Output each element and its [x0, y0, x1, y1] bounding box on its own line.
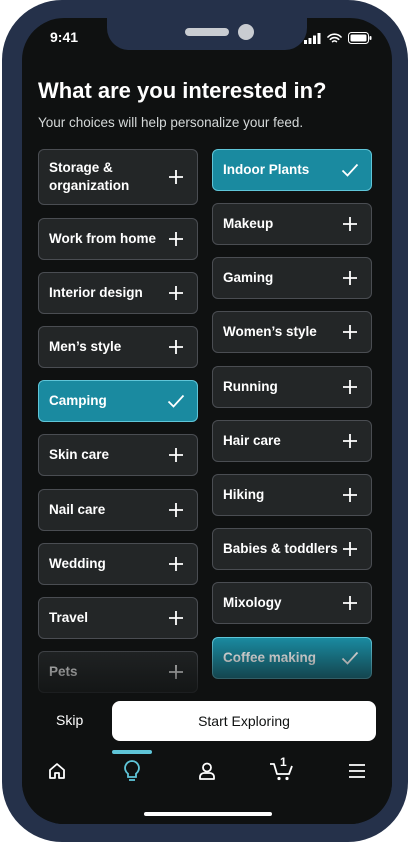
phone-frame: What are you interested in? Your choices…	[2, 0, 408, 842]
plus-icon	[167, 168, 185, 186]
interest-chip[interactable]: Work from home	[38, 218, 198, 260]
page-subtitle: Your choices will help personalize your …	[38, 115, 304, 130]
interest-chip[interactable]: Women’s style	[212, 311, 372, 353]
interest-label: Babies & toddlers	[223, 541, 338, 556]
interest-chip[interactable]: Interior design	[38, 272, 198, 314]
plus-icon	[167, 446, 185, 464]
interest-label: Skin care	[49, 447, 110, 462]
plus-icon	[167, 338, 185, 356]
plus-icon	[167, 230, 185, 248]
signal-icon	[304, 31, 321, 49]
screen: What are you interested in? Your choices…	[22, 18, 392, 824]
interest-chip[interactable]: Mixology	[212, 582, 372, 624]
plus-icon	[341, 269, 359, 287]
interest-label: Hiking	[223, 487, 265, 502]
plus-icon	[167, 501, 185, 519]
interest-chip-selected[interactable]: Indoor Plants	[212, 149, 372, 191]
bottom-bar: Skip Start Exploring 1	[22, 695, 392, 824]
plus-icon	[167, 609, 185, 627]
front-camera	[238, 24, 254, 40]
nav-home[interactable]	[37, 751, 77, 795]
interest-label: Work from home	[49, 231, 157, 246]
nav-account[interactable]	[187, 751, 227, 795]
interest-chip[interactable]: Hair care	[212, 420, 372, 462]
home-indicator	[144, 812, 272, 816]
interest-chip[interactable]: Makeup	[212, 203, 372, 245]
checkmark-icon	[167, 392, 185, 410]
plus-icon	[341, 432, 359, 450]
interest-label: Interior design	[49, 285, 143, 300]
interest-label: Men’s style	[49, 339, 122, 354]
interest-label: Gaming	[223, 270, 274, 285]
interest-chip-selected[interactable]: Camping	[38, 380, 198, 422]
nav-discover[interactable]	[112, 751, 152, 795]
wifi-icon	[327, 31, 342, 49]
plus-icon	[341, 486, 359, 504]
battery-icon	[348, 31, 372, 49]
interest-label: Coffee making	[223, 650, 317, 665]
interest-chip[interactable]: Travel	[38, 597, 198, 639]
interest-label: Nail care	[49, 502, 106, 517]
interest-chip[interactable]: Wedding	[38, 543, 198, 585]
interest-chip[interactable]: Skin care	[38, 434, 198, 476]
home-icon	[47, 761, 67, 786]
status-icons	[304, 31, 372, 49]
interest-label: Camping	[49, 393, 107, 408]
interest-label: Hair care	[223, 433, 281, 448]
interest-label: Storage & organization	[49, 160, 130, 193]
interest-chip[interactable]: Gaming	[212, 257, 372, 299]
interests-grid: What are you interested in? Your choices…	[22, 18, 392, 695]
nav-cart[interactable]: 1	[262, 751, 302, 795]
interest-chip[interactable]: Nail care	[38, 489, 198, 531]
checkmark-icon	[341, 649, 359, 667]
checkmark-icon	[341, 161, 359, 179]
lightbulb-icon	[122, 759, 142, 788]
plus-icon	[341, 323, 359, 341]
interest-chip[interactable]: Pets	[38, 651, 198, 693]
speaker	[185, 28, 229, 36]
interest-chip-selected[interactable]: Coffee making	[212, 637, 372, 679]
status-time: 9:41	[50, 29, 79, 45]
interest-chip[interactable]: Babies & toddlers	[212, 528, 372, 570]
interest-label: Indoor Plants	[223, 162, 310, 177]
page-title: What are you interested in?	[38, 78, 327, 103]
start-exploring-button[interactable]: Start Exploring	[112, 701, 376, 741]
interest-label: Running	[223, 379, 278, 394]
interest-label: Travel	[49, 610, 89, 625]
interest-chip[interactable]: Running	[212, 366, 372, 408]
skip-button[interactable]: Skip	[56, 712, 83, 728]
plus-icon	[341, 215, 359, 233]
interest-chip[interactable]: Men’s style	[38, 326, 198, 368]
interest-chip[interactable]: Storage & organization	[38, 149, 198, 205]
interest-label: Mixology	[223, 595, 282, 610]
interest-label: Pets	[49, 664, 78, 679]
menu-icon	[347, 763, 367, 784]
plus-icon	[341, 594, 359, 612]
interest-label: Women’s style	[223, 324, 317, 339]
interest-label: Wedding	[49, 556, 106, 571]
plus-icon	[341, 540, 359, 558]
notch	[107, 18, 307, 50]
interest-chip[interactable]: Hiking	[212, 474, 372, 516]
person-icon	[197, 761, 217, 786]
plus-icon	[167, 284, 185, 302]
cart-count-badge: 1	[280, 755, 287, 769]
plus-icon	[167, 663, 185, 681]
nav-menu[interactable]	[337, 751, 377, 795]
plus-icon	[341, 378, 359, 396]
interest-label: Makeup	[223, 216, 274, 231]
plus-icon	[167, 555, 185, 573]
bottom-navigation: 1	[22, 750, 392, 795]
